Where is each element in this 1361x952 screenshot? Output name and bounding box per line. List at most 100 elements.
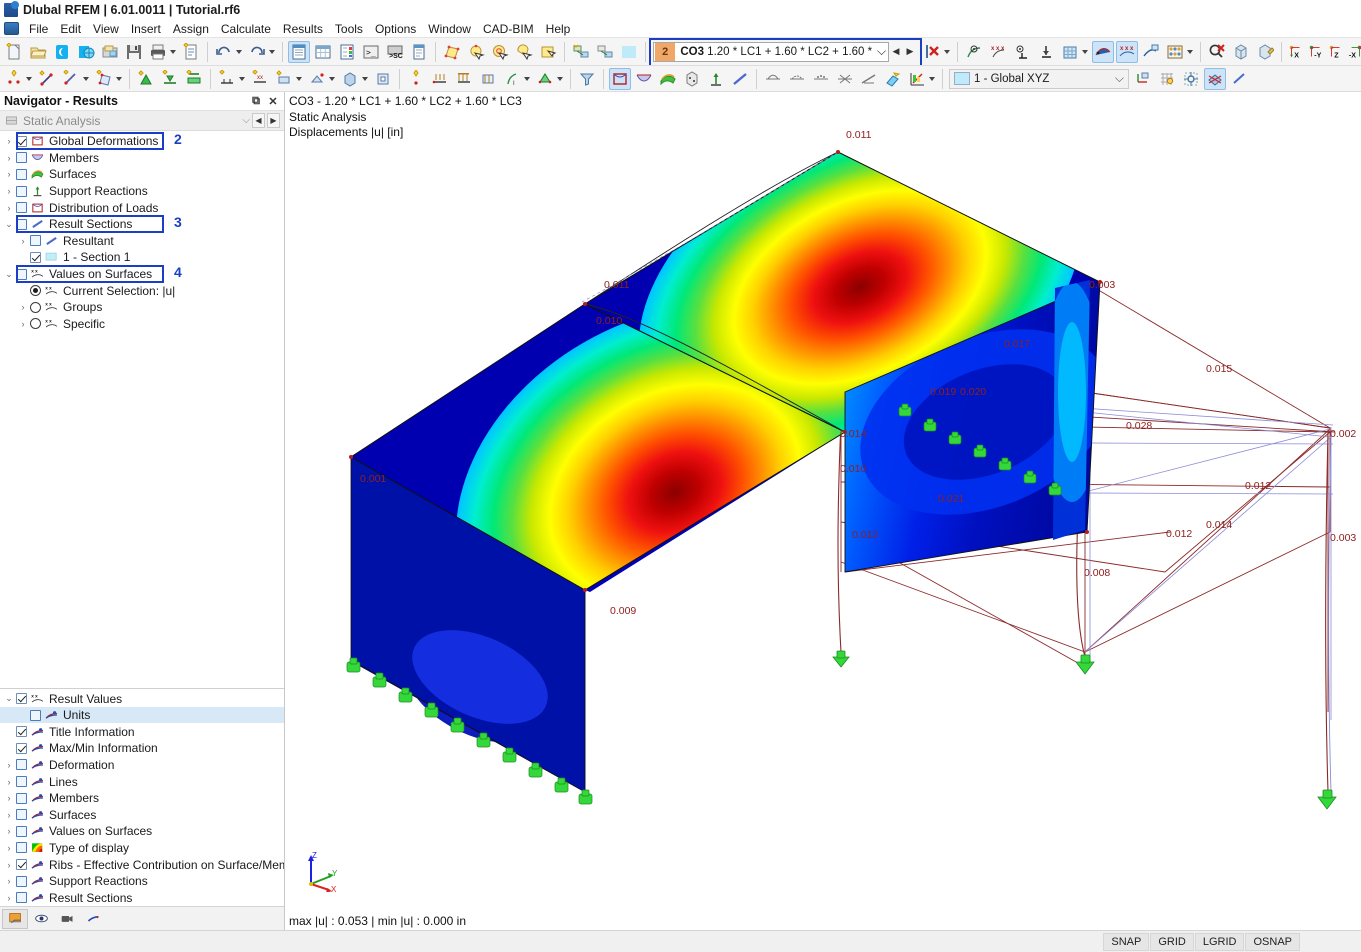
new-surface-button[interactable]: [93, 68, 115, 90]
tree-item-members[interactable]: ›Members: [0, 790, 284, 807]
checkbox[interactable]: [16, 269, 27, 280]
tree-item-resultant[interactable]: ›Resultant: [0, 233, 284, 250]
support-set-button[interactable]: [306, 68, 328, 90]
view-settings-button[interactable]: [1228, 68, 1250, 90]
line-load-button[interactable]: [429, 68, 451, 90]
result-values-button[interactable]: x x x: [1116, 41, 1138, 63]
menu-item-edit[interactable]: Edit: [54, 21, 87, 37]
menu-item-help[interactable]: Help: [540, 21, 577, 37]
expander-icon[interactable]: ›: [2, 858, 16, 872]
tree-item-current-selection-u[interactable]: x xCurrent Selection: |u|: [0, 282, 284, 299]
model-viewport[interactable]: CO3 - 1.20 * LC1 + 1.60 * LC2 + 1.60 * L…: [285, 92, 1361, 930]
surface-support-button[interactable]: [183, 68, 205, 90]
show-deformation-button[interactable]: [963, 41, 985, 63]
view-negx-button[interactable]: -X: [1347, 41, 1361, 63]
menu-item-calculate[interactable]: Calculate: [215, 21, 277, 37]
abacus-button[interactable]: [1164, 41, 1186, 63]
status-button-snap[interactable]: SNAP: [1103, 933, 1149, 951]
navigator-tab-sections[interactable]: [80, 909, 106, 929]
expander-icon[interactable]: ›: [16, 300, 30, 314]
checkbox[interactable]: [16, 842, 27, 853]
tree-item-type-of-display[interactable]: ›Type of display: [0, 840, 284, 857]
select-rect-button[interactable]: [537, 41, 559, 63]
render-mode-button[interactable]: [1204, 68, 1226, 90]
table-view-button[interactable]: [288, 41, 310, 63]
surface-results-button[interactable]: [657, 68, 679, 90]
tree-item-members[interactable]: ›Members: [0, 150, 284, 167]
render-edit-button[interactable]: [1254, 41, 1276, 63]
menu-item-tools[interactable]: Tools: [329, 21, 369, 37]
view-y-button[interactable]: -Y: [1307, 41, 1325, 63]
chevron-down-icon[interactable]: ⌵: [242, 115, 250, 126]
console-button[interactable]: >_: [360, 41, 382, 63]
free-load-button[interactable]: [477, 68, 499, 90]
checkbox[interactable]: [30, 252, 41, 263]
load-case-combobox[interactable]: 2 CO3 1.20 * LC1 + 1.60 * LC2 + 1.60 * L…: [653, 42, 889, 62]
radio-button[interactable]: [30, 302, 41, 313]
support-reaction-results-button[interactable]: [705, 68, 727, 90]
checkbox[interactable]: [16, 892, 27, 903]
tree-item-lines[interactable]: ›Lines: [0, 773, 284, 790]
checkbox[interactable]: [30, 235, 41, 246]
checkbox[interactable]: [16, 219, 27, 230]
new-member-caret[interactable]: [83, 77, 89, 81]
print-dropdown-caret[interactable]: [170, 50, 176, 54]
expander-icon[interactable]: ›: [2, 841, 16, 855]
checkbox[interactable]: [16, 876, 27, 887]
tree-item-deformation[interactable]: ›Deformation: [0, 757, 284, 774]
expander-icon[interactable]: ›: [2, 134, 16, 148]
navigator-tab-display[interactable]: [28, 909, 54, 929]
tree-item-groups[interactable]: ›x xGroups: [0, 299, 284, 316]
tree-item-values-on-surfaces[interactable]: ⌄x xValues on Surfaces: [0, 266, 284, 283]
mesh-refine-caret[interactable]: [557, 77, 563, 81]
new-model-button[interactable]: [3, 41, 25, 63]
tree-item-distribution-of-loads[interactable]: ›Distribution of Loads: [0, 199, 284, 216]
color-table-button[interactable]: [336, 41, 358, 63]
analysis-type-selector[interactable]: Static Analysis ⌵ ◀ ▶: [0, 111, 284, 131]
new-node-caret[interactable]: [26, 77, 32, 81]
filter-button[interactable]: [576, 68, 598, 90]
checkbox[interactable]: [16, 726, 27, 737]
rigid-link-button[interactable]: [273, 68, 295, 90]
diagram-style-5-button[interactable]: [858, 68, 880, 90]
visibility-mode-button[interactable]: [594, 41, 616, 63]
model-info-button[interactable]: [99, 41, 121, 63]
menu-item-insert[interactable]: Insert: [125, 21, 167, 37]
diagram-style-4-button[interactable]: [834, 68, 856, 90]
nodal-support-button[interactable]: [135, 68, 157, 90]
new-node-button[interactable]: [3, 68, 25, 90]
delete-dropdown-caret[interactable]: [944, 50, 950, 54]
open-cloud-button[interactable]: [51, 41, 73, 63]
select-circle-button[interactable]: [489, 41, 511, 63]
solid-object-button[interactable]: [339, 68, 361, 90]
view-x-button[interactable]: X: [1287, 41, 1305, 63]
checkbox[interactable]: [16, 759, 27, 770]
expander-icon[interactable]: ›: [2, 891, 16, 905]
checkbox[interactable]: [16, 743, 27, 754]
tree-item-title-information[interactable]: Title Information: [0, 723, 284, 740]
abacus-caret[interactable]: [1187, 50, 1193, 54]
opening-button[interactable]: [372, 68, 394, 90]
checkbox[interactable]: [16, 152, 27, 163]
structural-model-render[interactable]: [285, 92, 1361, 930]
expander-icon[interactable]: ⌄: [2, 692, 16, 706]
analysis-prev-button[interactable]: ◀: [252, 113, 265, 128]
checkbox[interactable]: [16, 136, 27, 147]
expander-icon[interactable]: ›: [2, 184, 16, 198]
nodal-load-button[interactable]: [405, 68, 427, 90]
coordinate-system-combobox[interactable]: 1 - Global XYZ ⌵: [949, 69, 1129, 89]
select-freeform-button[interactable]: [513, 41, 535, 63]
print-button[interactable]: [147, 41, 169, 63]
checkbox[interactable]: [16, 169, 27, 180]
save-button[interactable]: [123, 41, 145, 63]
tree-item-surfaces[interactable]: ›Surfaces: [0, 806, 284, 823]
tree-item-support-reactions[interactable]: ›Support Reactions: [0, 183, 284, 200]
undo-button[interactable]: [213, 41, 235, 63]
checkbox[interactable]: [16, 826, 27, 837]
color-result-button[interactable]: [882, 68, 904, 90]
checkbox[interactable]: [16, 186, 27, 197]
min-value-button[interactable]: [1011, 41, 1033, 63]
navigator-tab-results[interactable]: [2, 909, 28, 929]
status-button-grid[interactable]: GRID: [1150, 933, 1194, 951]
show-values-button[interactable]: x x x: [987, 41, 1009, 63]
